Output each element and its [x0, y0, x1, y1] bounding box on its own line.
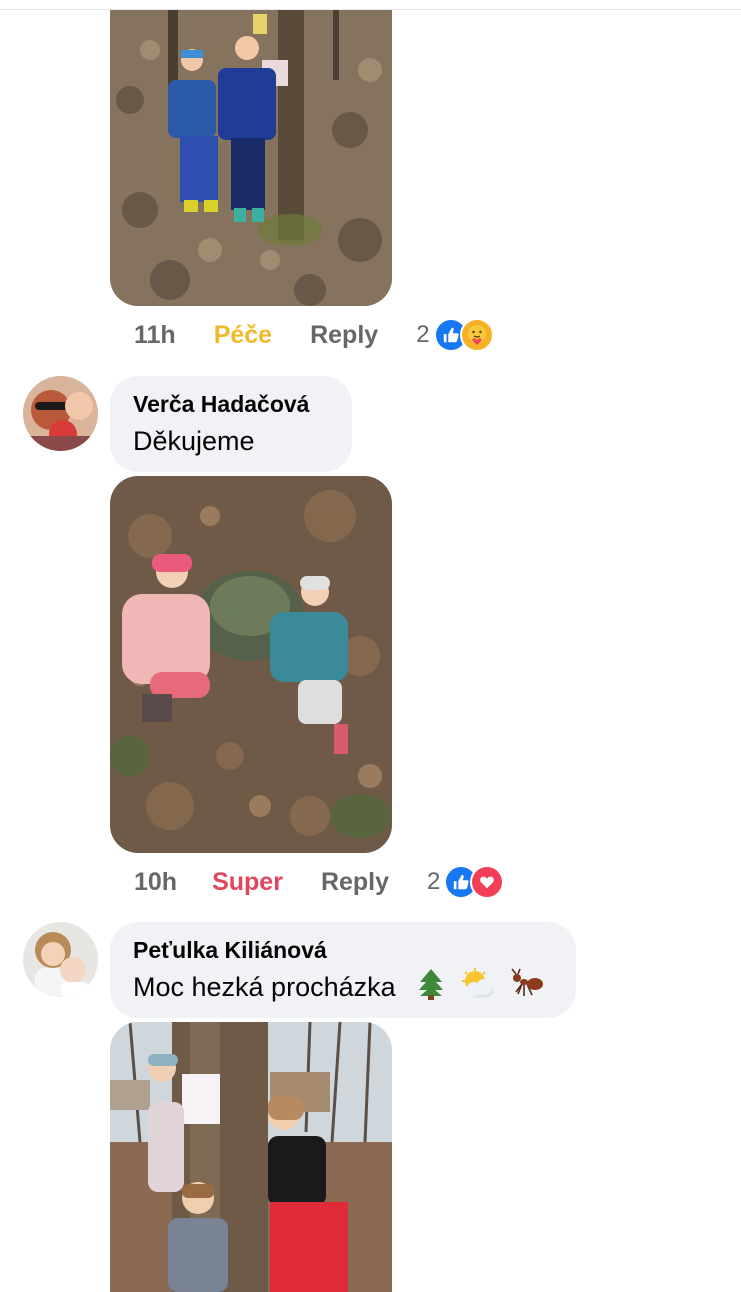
care-icon[interactable]	[459, 318, 494, 352]
comment-timestamp: 11h	[134, 320, 176, 349]
love-icon[interactable]	[470, 865, 505, 899]
avatar[interactable]	[23, 376, 98, 451]
comment-timestamp: 10h	[134, 867, 178, 896]
comment-author[interactable]: Verča Hadačová	[133, 390, 328, 418]
ant-emoji	[508, 968, 544, 1010]
comment-text: Děkujeme	[133, 426, 255, 456]
comment-photo[interactable]	[110, 1022, 392, 1292]
reaction-count[interactable]: 2	[416, 321, 429, 349]
comment-photo[interactable]	[110, 476, 392, 853]
sun-behind-cloud-emoji	[459, 968, 495, 1010]
tree-emoji	[417, 968, 445, 1010]
comment-text: Moc hezká procházka	[133, 972, 396, 1003]
reaction-button[interactable]: Super	[212, 868, 283, 897]
comment-actions: 11h Péče Reply 2	[134, 315, 494, 355]
reaction-count[interactable]: 2	[427, 868, 440, 896]
comment-author[interactable]: Peťulka Kiliánová	[133, 936, 552, 964]
comment-bubble: Verča Hadačová Děkujeme	[110, 376, 352, 472]
comment-actions: 10h Super Reply 2	[134, 862, 505, 902]
reply-button[interactable]: Reply	[321, 868, 389, 897]
comment-bubble: Peťulka Kiliánová Moc hezká procházka	[110, 922, 576, 1018]
avatar[interactable]	[23, 922, 98, 997]
reaction-button[interactable]: Péče	[214, 321, 272, 350]
comment-text-row: Moc hezká procházka	[133, 968, 552, 1010]
comment-photo[interactable]	[110, 10, 392, 306]
reply-button[interactable]: Reply	[310, 321, 378, 350]
